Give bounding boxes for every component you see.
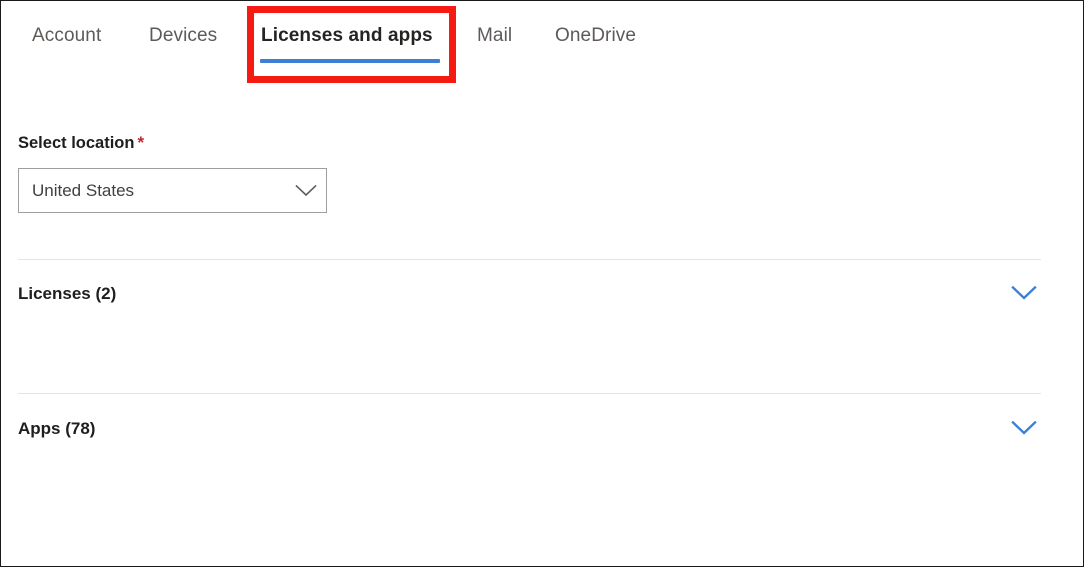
select-location-label: Select location <box>18 134 134 152</box>
licenses-and-apps-panel: Account Devices Licenses and apps Mail O… <box>0 0 1084 567</box>
location-dropdown-value: United States <box>19 180 286 202</box>
section-title-licenses: Licenses (2) <box>18 282 1007 305</box>
tab-mail[interactable]: Mail <box>477 23 512 49</box>
active-tab-indicator <box>260 59 440 63</box>
section-divider-licenses <box>18 259 1041 260</box>
tab-devices[interactable]: Devices <box>149 23 217 49</box>
chevron-down-icon[interactable] <box>1007 420 1041 436</box>
section-header-licenses[interactable]: Licenses (2) <box>18 271 1041 315</box>
tab-account[interactable]: Account <box>32 23 101 49</box>
required-asterisk: * <box>137 133 144 152</box>
select-location-label-group: Select location* <box>18 132 144 154</box>
section-title-apps: Apps (78) <box>18 417 1007 440</box>
tab-bar: Account Devices Licenses and apps Mail O… <box>1 1 1084 71</box>
tab-licenses-and-apps[interactable]: Licenses and apps <box>261 23 433 49</box>
section-divider-apps <box>18 393 1041 394</box>
tab-onedrive[interactable]: OneDrive <box>555 23 636 49</box>
location-dropdown[interactable]: United States <box>18 168 327 213</box>
chevron-down-icon[interactable] <box>1007 285 1041 301</box>
section-header-apps[interactable]: Apps (78) <box>18 406 1041 450</box>
chevron-down-icon <box>286 184 326 198</box>
